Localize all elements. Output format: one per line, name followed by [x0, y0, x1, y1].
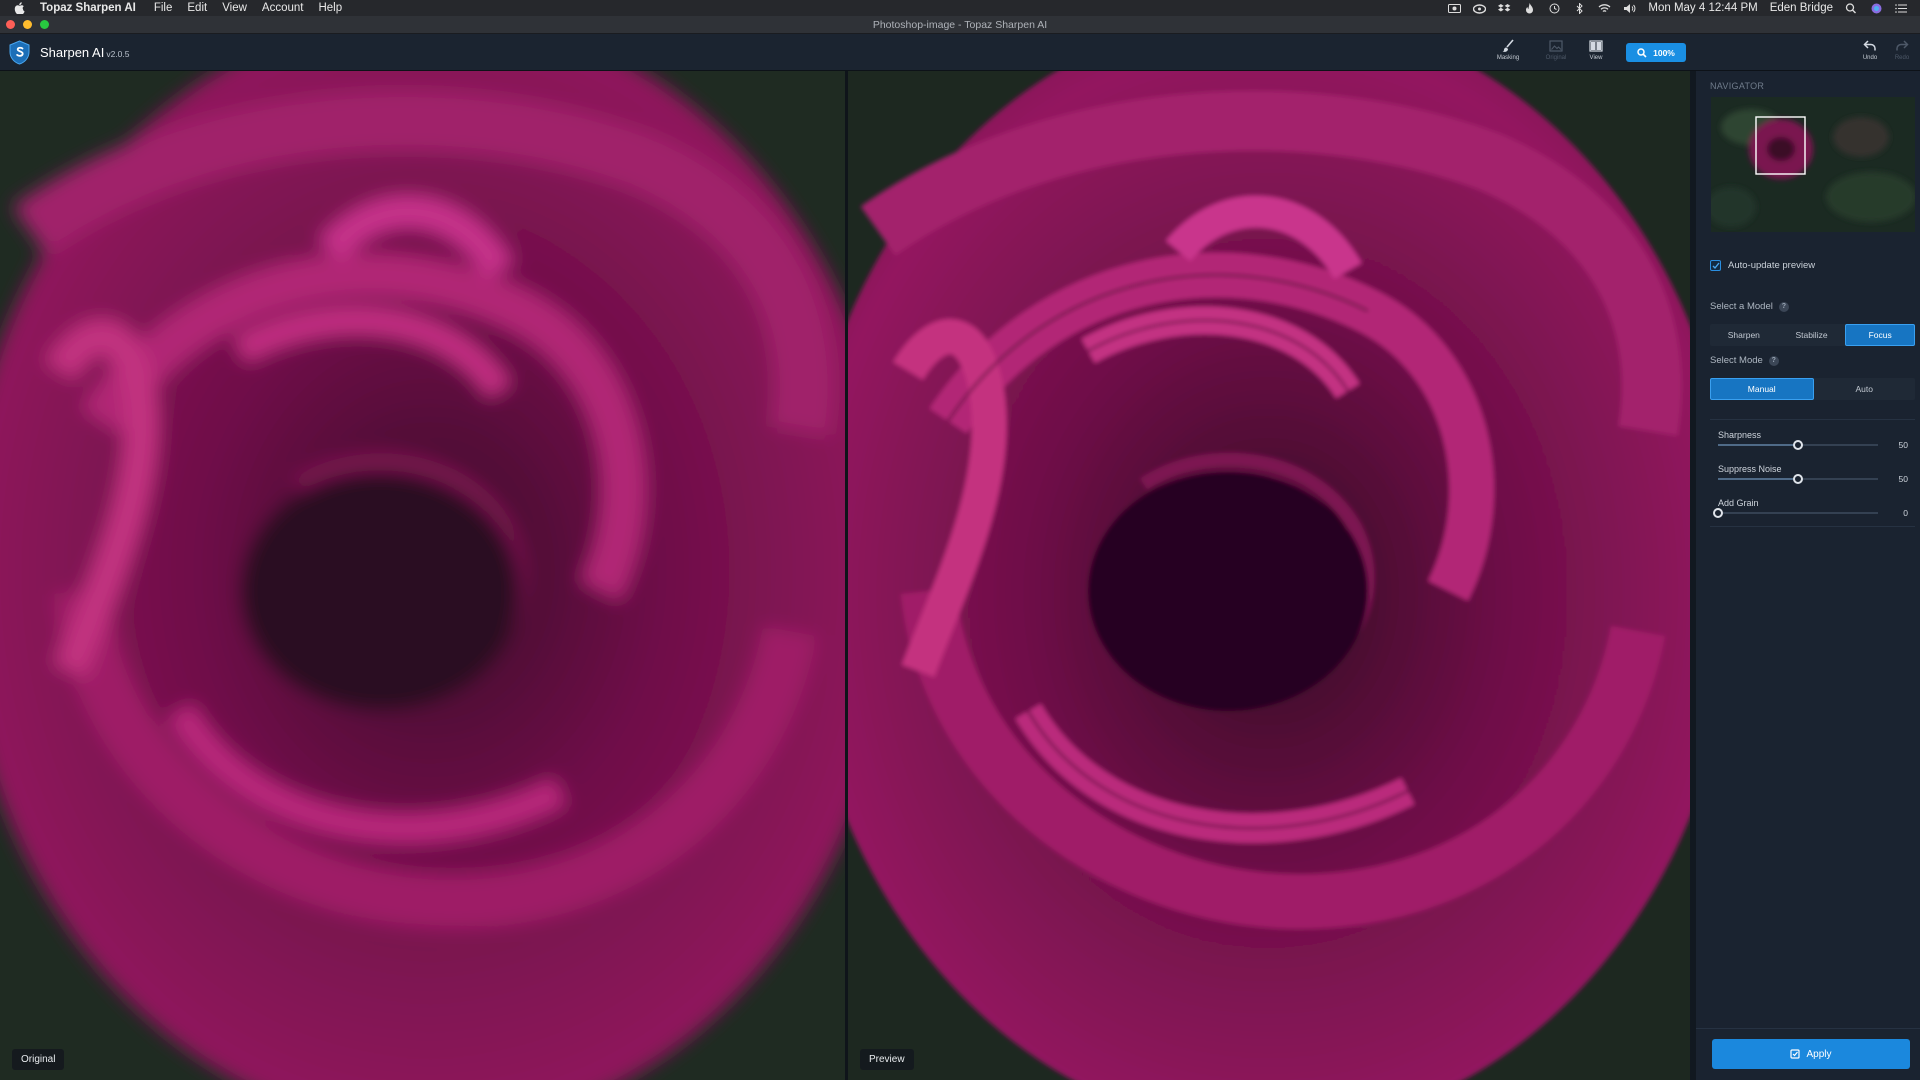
original-image-pane[interactable]: Original	[0, 71, 845, 1080]
redo-label: Redo	[1894, 55, 1910, 61]
screen-record-icon[interactable]	[1448, 3, 1462, 14]
mode-help-icon[interactable]: ?	[1768, 355, 1779, 366]
mode-manual-button[interactable]: Manual	[1710, 378, 1814, 400]
bluetooth-icon[interactable]	[1573, 2, 1586, 14]
masking-button[interactable]: Masking	[1493, 39, 1523, 67]
menu-file[interactable]: File	[154, 2, 173, 14]
sharpen-ai-logo-icon	[9, 40, 30, 65]
view-label: View	[1589, 55, 1603, 61]
app-version: v2.0.5	[106, 49, 130, 59]
spotlight-search-icon[interactable]	[1845, 2, 1858, 14]
auto-update-checkbox[interactable]	[1710, 260, 1721, 271]
undo-icon	[1863, 40, 1876, 51]
add-grain-track[interactable]	[1718, 512, 1878, 514]
menu-edit[interactable]: Edit	[187, 2, 207, 14]
apple-menu-icon[interactable]	[14, 2, 28, 14]
app-toolbar: Sharpen AI v2.0.5 Masking Original View 1…	[0, 34, 1920, 71]
apply-icon	[1790, 1049, 1801, 1059]
add-grain-slider-row: Add Grain 0	[1713, 498, 1908, 518]
image-icon	[1549, 40, 1563, 52]
select-model-text: Select a Model	[1710, 301, 1773, 312]
navigator-rose-thumbnail	[1711, 97, 1915, 232]
select-model-label: Select a Model ?	[1710, 301, 1789, 312]
menu-user[interactable]: Eden Bridge	[1770, 2, 1833, 14]
add-grain-value: 0	[1903, 508, 1908, 518]
apply-label: Apply	[1806, 1048, 1832, 1060]
original-rose-image	[0, 71, 845, 1080]
magnifier-icon	[1637, 47, 1647, 58]
apply-separator	[1696, 1028, 1920, 1029]
wifi-icon[interactable]	[1598, 3, 1611, 14]
macos-menu-bar: Topaz Sharpen AI File Edit View Account …	[0, 0, 1920, 16]
dropbox-icon[interactable]	[1498, 3, 1511, 14]
sharpness-value: 50	[1898, 440, 1908, 450]
menu-bar-status-area: Mon May 4 12:44 PM Eden Bridge	[1448, 2, 1920, 14]
slider-group: Sharpness 50 Suppress Noise 50 Add Grain…	[1710, 419, 1915, 527]
suppress-noise-label: Suppress Noise	[1718, 464, 1782, 474]
original-label: Original	[1545, 55, 1567, 61]
menu-account[interactable]: Account	[262, 2, 304, 14]
sharpness-slider-row: Sharpness 50	[1718, 430, 1908, 450]
original-pane-label: Original	[12, 1049, 65, 1070]
menu-view[interactable]: View	[222, 2, 247, 14]
undo-button[interactable]: Undo	[1855, 39, 1885, 67]
checkmark-icon	[1712, 262, 1720, 269]
apply-button[interactable]: Apply	[1712, 1039, 1910, 1069]
model-focus-button[interactable]: Focus	[1845, 324, 1916, 346]
suppress-noise-slider-row: Suppress Noise 50	[1718, 464, 1908, 484]
auto-update-label: Auto-update preview	[1728, 260, 1816, 271]
sharpness-thumb[interactable]	[1793, 440, 1803, 450]
add-grain-label: Add Grain	[1718, 498, 1759, 508]
settings-sidebar: NAVIGATOR Auto-update preview Select a M…	[1690, 71, 1920, 1080]
original-toggle-button[interactable]: Original	[1541, 39, 1571, 67]
view-button[interactable]: View	[1581, 39, 1611, 67]
suppress-noise-value: 50	[1898, 474, 1908, 484]
creative-cloud-icon[interactable]	[1473, 3, 1487, 14]
suppress-noise-fill	[1718, 478, 1798, 480]
mode-selector: Manual Auto	[1710, 378, 1915, 400]
undo-label: Undo	[1862, 55, 1878, 61]
sharpness-label: Sharpness	[1718, 430, 1762, 440]
redo-icon	[1896, 40, 1909, 51]
menu-clock[interactable]: Mon May 4 12:44 PM	[1648, 2, 1757, 14]
model-selector: Sharpen Stabilize Focus	[1710, 324, 1916, 346]
mode-auto-button[interactable]: Auto	[1814, 378, 1916, 400]
model-sharpen-button[interactable]: Sharpen	[1710, 324, 1778, 346]
notification-center-icon[interactable]	[1895, 3, 1908, 14]
model-help-icon[interactable]: ?	[1778, 301, 1789, 312]
brush-icon	[1502, 39, 1514, 52]
zoom-level-button[interactable]: 100%	[1626, 43, 1686, 62]
zoom-level-label: 100%	[1653, 47, 1675, 58]
menu-help[interactable]: Help	[318, 2, 342, 14]
flame-icon[interactable]	[1523, 2, 1536, 14]
redo-button[interactable]: Redo	[1887, 39, 1917, 67]
preview-image-pane[interactable]: Preview	[848, 71, 1690, 1080]
preview-rose-image	[848, 71, 1690, 1080]
window-title-bar: Photoshop-image - Topaz Sharpen AI	[0, 16, 1920, 34]
add-grain-thumb[interactable]	[1713, 508, 1723, 518]
select-mode-text: Select Mode	[1710, 355, 1763, 366]
menu-app-name[interactable]: Topaz Sharpen AI	[40, 2, 136, 14]
split-view-icon	[1589, 40, 1603, 52]
navigator-thumbnail[interactable]	[1711, 97, 1915, 232]
model-stabilize-button[interactable]: Stabilize	[1778, 324, 1846, 346]
app-title: Sharpen AI v2.0.5	[40, 45, 129, 60]
masking-label: Masking	[1496, 55, 1520, 61]
siri-icon[interactable]	[1870, 3, 1883, 14]
sharpness-fill	[1718, 444, 1798, 446]
volume-icon[interactable]	[1623, 3, 1636, 14]
preview-pane-label: Preview	[860, 1049, 914, 1070]
time-machine-icon[interactable]	[1548, 3, 1561, 14]
navigator-title: NAVIGATOR	[1710, 81, 1765, 91]
auto-update-preview-row[interactable]: Auto-update preview	[1710, 260, 1815, 271]
select-mode-label: Select Mode ?	[1710, 355, 1779, 366]
suppress-noise-thumb[interactable]	[1793, 474, 1803, 484]
app-title-text: Sharpen AI	[40, 45, 105, 60]
window-title: Photoshop-image - Topaz Sharpen AI	[872, 19, 1048, 31]
